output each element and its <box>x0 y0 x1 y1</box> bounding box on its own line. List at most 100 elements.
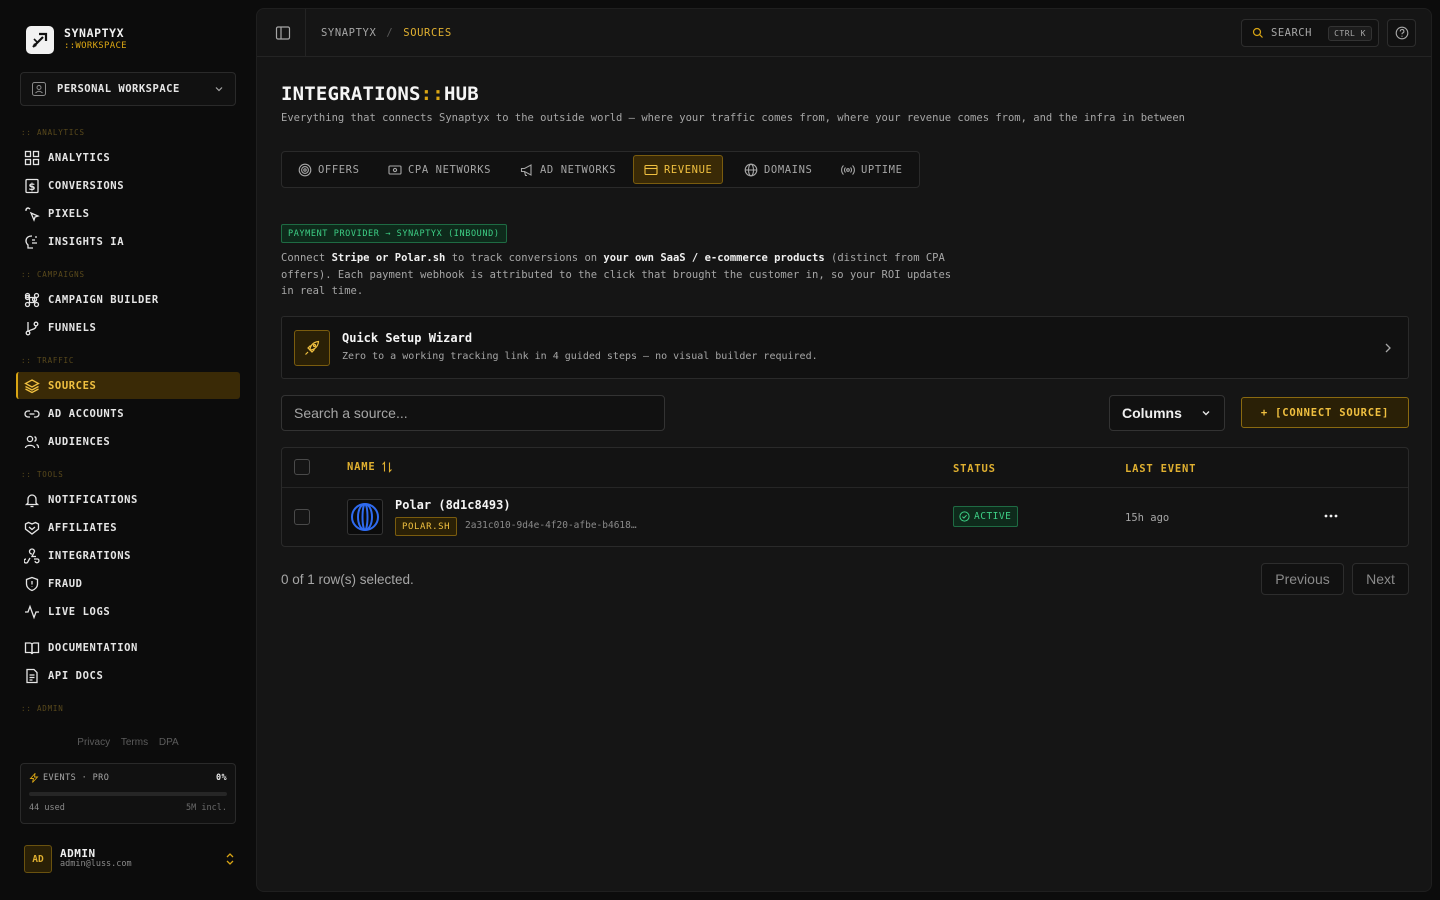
sidebar-item-label: NOTIFICATIONS <box>48 493 138 506</box>
sidebar-item-pixels[interactable]: PIXELS <box>16 200 240 227</box>
columns-label: Columns <box>1122 405 1182 421</box>
target-icon <box>298 163 312 176</box>
sidebar-item-campaign-builder[interactable]: CAMPAIGN BUILDER <box>16 286 240 313</box>
dollar-receipt-icon: $ <box>25 178 39 193</box>
help-button[interactable] <box>1387 19 1416 47</box>
terms-link[interactable]: Terms <box>121 737 148 748</box>
connect-source-button[interactable]: + [CONNECT SOURCE] <box>1241 397 1409 428</box>
tab-domains[interactable]: DOMAINS <box>734 155 822 184</box>
table-header: NAME STATUS LAST EVENT <box>282 448 1408 488</box>
sidebar-item-audiences[interactable]: AUDIENCES <box>16 428 240 455</box>
sidebar-item-affiliates[interactable]: AFFILIATES <box>16 514 240 541</box>
check-circle-icon <box>959 511 970 522</box>
sidebar-item-analytics[interactable]: ANALYTICS <box>16 144 240 171</box>
tab-revenue[interactable]: REVENUE <box>633 155 724 184</box>
global-search-button[interactable]: SEARCH CTRL K <box>1241 19 1379 47</box>
rocket-icon <box>294 330 330 366</box>
brain-icon <box>25 234 37 249</box>
last-event-column-header: LAST EVENT <box>1125 463 1197 475</box>
sidebar-item-sources[interactable]: SOURCES <box>16 372 240 399</box>
breadcrumb-root[interactable]: SYNAPTYX <box>321 27 376 39</box>
privacy-link[interactable]: Privacy <box>77 737 110 748</box>
usage-label: EVENTS · PRO <box>43 773 110 783</box>
sidebar-toggle-button[interactable] <box>275 25 291 41</box>
columns-dropdown[interactable]: Columns <box>1109 395 1225 431</box>
brand[interactable]: SYNAPTYX ::WORKSPACE <box>26 26 127 54</box>
book-icon <box>24 641 40 654</box>
table-row[interactable]: Polar (8d1c8493) POLAR.SH 2a31c010-9d4e-… <box>282 488 1408 546</box>
section-traffic: :: TRAFFIC <box>21 356 75 365</box>
svg-text:$: $ <box>29 182 36 193</box>
quick-setup-wizard-card[interactable]: Quick Setup Wizard Zero to a working tra… <box>281 316 1409 379</box>
breadcrumb-separator: / <box>386 27 394 39</box>
sidebar-item-insights[interactable]: INSIGHTS IA <box>16 228 240 255</box>
payment-provider-badge: PAYMENT PROVIDER → SYNAPTYX (INBOUND) <box>281 224 507 243</box>
row-actions-button[interactable] <box>1322 506 1340 526</box>
sidebar-item-funnels[interactable]: FUNNELS <box>16 314 240 341</box>
user-menu[interactable]: AD ADMIN admin@luss.com <box>24 844 236 874</box>
section-admin: :: ADMIN <box>21 704 64 713</box>
git-branch-icon <box>25 321 39 335</box>
source-search-input[interactable]: Search a source... <box>281 395 665 431</box>
radio-icon <box>841 164 855 175</box>
row-checkbox[interactable] <box>294 509 310 525</box>
sidebar-item-live-logs[interactable]: LIVE LOGS <box>16 598 240 625</box>
sidebar: SYNAPTYX ::WORKSPACE PERSONAL WORKSPACE … <box>0 0 256 900</box>
search-icon <box>1252 27 1263 38</box>
next-page-button[interactable]: Next <box>1352 563 1409 595</box>
brand-logo-icon <box>26 26 54 54</box>
sidebar-item-notifications[interactable]: NOTIFICATIONS <box>16 486 240 513</box>
chevrons-up-down-icon <box>226 853 234 865</box>
section-campaigns: :: CAMPAIGNS <box>21 270 85 279</box>
sidebar-item-documentation[interactable]: DOCUMENTATION <box>16 634 240 661</box>
chevron-down-icon <box>1202 411 1210 416</box>
polar-logo-icon <box>347 499 383 535</box>
user-icon <box>32 82 46 96</box>
page-subtitle: Everything that connects Synaptyx to the… <box>281 112 1185 124</box>
dpa-link[interactable]: DPA <box>159 737 179 748</box>
status-badge: ACTIVE <box>953 506 1019 527</box>
topbar: SYNAPTYX / SOURCES SEARCH CTRL K <box>257 9 1431 57</box>
more-horizontal-icon <box>1324 514 1338 518</box>
breadcrumb-current: SOURCES <box>403 27 452 39</box>
sidebar-item-fraud[interactable]: FRAUD <box>16 570 240 597</box>
sidebar-item-label: FRAUD <box>48 577 83 590</box>
main-panel: SYNAPTYX / SOURCES SEARCH CTRL K INTEGRA… <box>256 8 1432 892</box>
sidebar-item-conversions[interactable]: $ CONVERSIONS <box>16 172 240 199</box>
sidebar-item-ad-accounts[interactable]: AD ACCOUNTS <box>16 400 240 427</box>
status-column-header: STATUS <box>953 463 996 475</box>
tab-ad-networks[interactable]: AD NETWORKS <box>510 155 626 184</box>
sort-icon <box>381 461 392 473</box>
bell-icon <box>24 493 40 507</box>
tab-offers[interactable]: OFFERS <box>288 155 370 184</box>
source-name[interactable]: Polar (8d1c8493) <box>395 498 511 512</box>
search-label: SEARCH <box>1271 27 1312 39</box>
activity-icon <box>25 604 39 619</box>
name-column-header[interactable]: NAME <box>347 461 393 473</box>
sidebar-item-label: PIXELS <box>48 207 90 220</box>
legal-links: Privacy Terms DPA <box>0 737 256 748</box>
provider-badge: POLAR.SH <box>395 517 458 536</box>
tab-uptime[interactable]: UPTIME <box>831 155 913 184</box>
chevron-right-icon <box>1385 343 1391 353</box>
selection-count: 0 of 1 row(s) selected. <box>281 572 414 587</box>
sidebar-item-label: LIVE LOGS <box>48 605 111 618</box>
source-id: 2a31c010-9d4e-4f20-afbe-b4618… <box>465 520 637 531</box>
sidebar-item-label: API DOCS <box>48 669 104 682</box>
workspace-switcher[interactable]: PERSONAL WORKSPACE <box>20 72 236 106</box>
sidebar-item-label: CONVERSIONS <box>48 179 125 192</box>
previous-page-button[interactable]: Previous <box>1261 563 1344 595</box>
tab-cpa-networks[interactable]: CPA NETWORKS <box>378 155 501 184</box>
usage-percent: 0% <box>215 773 227 783</box>
sidebar-item-label: FUNNELS <box>48 321 97 334</box>
bolt-icon <box>29 773 39 783</box>
credit-card-icon <box>644 164 658 175</box>
select-all-checkbox[interactable] <box>294 459 310 475</box>
sidebar-item-label: DOCUMENTATION <box>48 641 138 654</box>
sidebar-item-integrations[interactable]: INTEGRATIONS <box>16 542 240 569</box>
sidebar-item-api-docs[interactable]: API DOCS <box>16 662 240 689</box>
help-circle-icon <box>1395 26 1408 40</box>
webhook-icon <box>24 547 40 564</box>
brand-subtitle: ::WORKSPACE <box>64 41 127 51</box>
page-title: INTEGRATIONS::HUB <box>281 83 479 105</box>
